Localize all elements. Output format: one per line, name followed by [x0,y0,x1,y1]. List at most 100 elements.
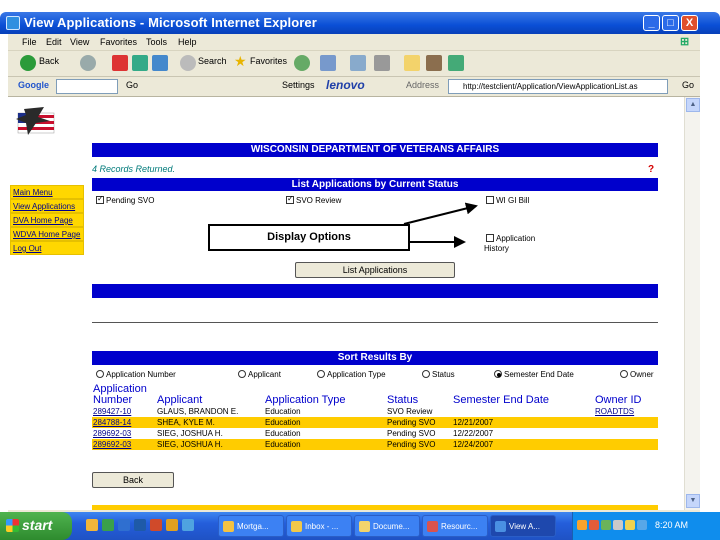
sort-application-type-radio[interactable] [317,370,325,378]
sidebar-item-wdva-home[interactable]: WDVA Home Page [10,227,84,241]
col-applicant[interactable]: Applicant [156,384,264,406]
task-resources[interactable]: Resourc... [422,515,488,537]
tray-icon-2[interactable] [589,520,599,530]
back-button[interactable]: Back [39,56,59,66]
edit-icon[interactable] [374,55,390,71]
minimize-button[interactable]: _ [643,15,660,31]
applicant-cell: SHEA, KYLE M. [156,417,264,428]
sort-status[interactable]: Status [422,370,455,379]
quicklaunch-icon-4[interactable] [134,519,146,531]
print-icon[interactable] [350,55,366,71]
application-number-link[interactable]: 289692-03 [93,440,131,449]
research-icon[interactable] [426,55,442,71]
owner-cell [594,439,658,450]
sidebar-item-main-menu[interactable]: Main Menu [10,185,84,199]
application-history-checkbox[interactable] [486,234,494,242]
favorites-star-icon[interactable]: ★ [234,53,247,70]
mail-icon[interactable] [320,55,336,71]
home-icon[interactable] [152,55,168,71]
application-number-link[interactable]: 289692-03 [93,429,131,438]
quicklaunch-icon-6[interactable] [166,519,178,531]
messenger-icon[interactable] [448,55,464,71]
maximize-button[interactable]: □ [662,15,679,31]
sidebar-item-view-applications[interactable]: View Applications [10,199,84,213]
scroll-down-icon[interactable]: ▼ [686,494,700,508]
application-number-link[interactable]: 289427-10 [93,407,131,416]
svo-review-checkbox[interactable] [286,194,294,204]
stop-icon[interactable] [112,55,128,71]
quicklaunch-icon-1[interactable] [86,519,98,531]
sort-application-number-radio[interactable] [96,370,104,378]
sort-status-radio[interactable] [422,370,430,378]
tray-icon-1[interactable] [577,520,587,530]
tray-icon-3[interactable] [601,520,611,530]
search-icon[interactable] [180,55,196,71]
table-row: 284788-14 SHEA, KYLE M. Education Pendin… [92,417,658,428]
address-go-button[interactable]: Go [682,80,694,90]
sort-semester-end-date-radio[interactable] [494,370,502,378]
sidebar-item-log-out[interactable]: Log Out [10,241,84,255]
back-arrow-icon[interactable] [20,55,36,71]
task-view-applications[interactable]: View A... [490,515,556,537]
menu-tools[interactable]: Tools [146,37,167,47]
sort-semester-end-date[interactable]: Semester End Date [494,370,574,379]
tray-icon-6[interactable] [637,520,647,530]
sort-applicant-radio[interactable] [238,370,246,378]
tray-icon-5[interactable] [625,520,635,530]
start-button[interactable]: start [0,512,72,540]
sort-applicant[interactable]: Applicant [238,370,281,379]
google-go-button[interactable]: Go [126,80,138,90]
sort-application-type[interactable]: Application Type [317,370,386,379]
quicklaunch-icon-7[interactable] [182,519,194,531]
tray-icon-4[interactable] [613,520,623,530]
favorites-button[interactable]: Favorites [250,56,287,66]
quicklaunch-icon-5[interactable] [150,519,162,531]
settings-menu[interactable]: Settings [282,80,315,90]
filter-pending-svo[interactable]: Pending SVO [96,194,154,205]
google-search-input[interactable] [56,79,118,94]
menu-file[interactable]: File [22,37,37,47]
application-number-link[interactable]: 284788-14 [93,418,131,427]
task-documents[interactable]: Docume... [354,515,420,537]
sort-owner[interactable]: Owner [620,370,654,379]
sort-applicant-label: Applicant [248,370,281,379]
help-icon[interactable]: ? [648,164,654,175]
media-icon[interactable] [294,55,310,71]
search-button[interactable]: Search [198,56,227,66]
close-button[interactable]: X [681,15,698,31]
menu-view[interactable]: View [70,37,89,47]
col-semester-end-date[interactable]: Semester End Date [452,384,594,406]
back-page-button[interactable]: Back [92,472,174,488]
task-mortgage[interactable]: Mortga... [218,515,284,537]
filter-svo-review[interactable]: SVO Review [286,194,341,205]
filter-application-history[interactable]: Application [486,234,535,243]
scroll-up-icon[interactable]: ▲ [686,98,700,112]
owner-cell [594,428,658,439]
window-titlebar[interactable]: View Applications - Microsoft Internet E… [0,12,720,34]
sidebar-item-dva-home[interactable]: DVA Home Page [10,213,84,227]
owner-id-link[interactable]: ROADTDS [595,407,634,416]
menu-help[interactable]: Help [178,37,197,47]
folder-icon[interactable] [404,55,420,71]
forward-arrow-icon[interactable] [80,55,96,71]
refresh-icon[interactable] [132,55,148,71]
menu-favorites[interactable]: Favorites [100,37,137,47]
task-inbox[interactable]: Inbox - ... [286,515,352,537]
col-status[interactable]: Status [386,384,452,406]
sort-header: Sort Results By [92,351,658,365]
col-application-number[interactable]: Application Number [92,384,156,406]
col-application-type[interactable]: Application Type [264,384,386,406]
vertical-scrollbar[interactable]: ▲ ▼ [684,97,700,510]
wi-gi-bill-checkbox[interactable] [486,196,494,204]
menu-edit[interactable]: Edit [46,37,62,47]
quicklaunch-icon-2[interactable] [102,519,114,531]
address-bar: Google Go Settings lenovo Address http:/… [8,77,700,97]
list-applications-button[interactable]: List Applications [295,262,455,278]
sort-owner-radio[interactable] [620,370,628,378]
col-owner-id[interactable]: Owner ID [594,384,658,406]
quicklaunch-icon-3[interactable] [118,519,130,531]
filter-wi-gi-bill[interactable]: WI GI Bill [486,196,529,205]
pending-svo-checkbox[interactable] [96,194,104,204]
sort-application-number[interactable]: Application Number [96,370,176,379]
address-input[interactable]: http://testclient/Application/ViewApplic… [448,79,668,94]
